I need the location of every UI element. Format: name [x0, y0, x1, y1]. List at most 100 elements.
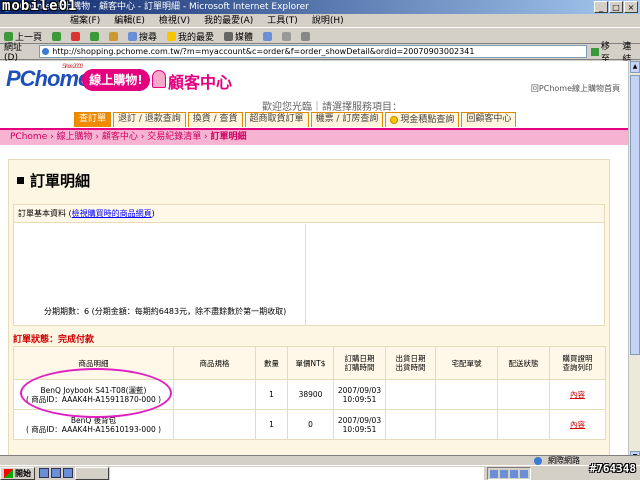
tray-network-icon[interactable]	[490, 469, 498, 478]
ship-date-cell	[385, 379, 436, 410]
start-button[interactable]: 開始	[0, 466, 35, 480]
menu-edit[interactable]: 編輯(E)	[114, 14, 145, 27]
tab-exchange-query[interactable]: 換貨 / 查貨	[187, 112, 243, 127]
view-product-page-link[interactable]: 檢視購買時的商品網頁	[72, 209, 152, 218]
close-button[interactable]: ×	[624, 1, 638, 13]
logo-since: Since 2000	[62, 64, 83, 70]
return-home-link[interactable]: 回PChome線上購物首頁	[531, 83, 620, 94]
tracking-cell	[435, 379, 498, 410]
watermark-logo: mobile01	[2, 0, 78, 14]
order-time: 10:09:51	[342, 394, 377, 404]
home-icon	[109, 31, 119, 41]
desktop-quicklaunch-icon[interactable]	[51, 468, 61, 478]
taskbar-window-button[interactable]	[75, 467, 109, 480]
ie-quicklaunch-icon[interactable]	[39, 468, 49, 478]
menu-bar: 檔案(F) 編輯(E) 檢視(V) 我的最愛(A) 工具(T) 說明(H)	[0, 14, 640, 28]
minimize-button[interactable]: _	[594, 1, 608, 13]
stop-icon	[71, 31, 81, 41]
maximize-button[interactable]: □	[609, 1, 623, 13]
menu-favorites[interactable]: 我的最愛(A)	[204, 14, 253, 27]
basic-info-close: )	[151, 209, 155, 218]
tab-order-query[interactable]: 查訂單	[74, 112, 112, 127]
vertical-scrollbar[interactable]: ▲ ▼	[628, 61, 640, 463]
table-header-row: 商品明細 商品規格 數量 單價NT$ 訂購日期 訂購時間 出貨日期 出貨時間 宅…	[13, 346, 606, 380]
media-button[interactable]: 媒體	[224, 30, 253, 43]
col-tracking: 宅配單號	[435, 346, 498, 380]
scroll-thumb[interactable]	[630, 75, 640, 355]
watermark-id: #764348	[589, 462, 636, 475]
tab-back-service[interactable]: 回顧客中心	[461, 112, 517, 127]
shopping-badge[interactable]: 線上購物!	[82, 69, 150, 91]
search-button[interactable]: 搜尋	[128, 30, 157, 43]
scroll-up-icon[interactable]: ▲	[630, 61, 640, 73]
proof-content-link[interactable]: 內容	[570, 420, 585, 429]
status-value: 完成付款	[58, 335, 95, 345]
favorites-button[interactable]: 我的最愛	[167, 30, 214, 43]
order-date: 2007/09/03	[337, 415, 382, 425]
tray-antivirus-icon[interactable]	[510, 469, 518, 478]
order-basic-info: 訂單基本資料 (檢視購買時的商品網頁) 分期期數：6 (分期金額：每期約6483…	[13, 204, 605, 326]
coin-icon	[390, 116, 399, 124]
refresh-icon	[90, 31, 100, 41]
pchome-logo[interactable]: PChome Since 2000	[6, 64, 90, 92]
mail-button[interactable]	[282, 31, 292, 41]
menu-view[interactable]: 檢視(V)	[159, 14, 190, 27]
windows-taskbar: 開始	[0, 465, 640, 480]
status-label: 訂單狀態：	[13, 335, 59, 345]
col-delivery: 配送狀態	[497, 346, 550, 380]
proof-content-link[interactable]: 內容	[570, 390, 585, 399]
home-button[interactable]	[109, 31, 119, 41]
service-title: 顧客中心	[168, 73, 233, 92]
media-label: 媒體	[235, 32, 254, 43]
print-button[interactable]	[301, 31, 311, 41]
spec-cell	[173, 379, 256, 410]
mail-icon	[282, 31, 292, 41]
page-viewport: PChome Since 2000 線上購物! 顧客中心 回PChome線上購物…	[0, 61, 628, 463]
menu-help[interactable]: 說明(H)	[312, 14, 344, 27]
quick-launch	[39, 468, 73, 478]
tray-volume-icon[interactable]	[500, 469, 508, 478]
customer-service-icon	[152, 70, 166, 88]
breadcrumb-path[interactable]: PChome › 線上購物 › 顧客中心 › 交易紀錄清單 ›	[10, 132, 211, 142]
bullet-square-icon	[17, 177, 24, 184]
proof-cell: 內容	[549, 379, 606, 410]
history-button[interactable]	[263, 31, 273, 41]
browser-toolbar: 上一頁 搜尋 我的最愛 媒體	[0, 29, 640, 44]
tab-refund-query[interactable]: 退訂 / 退款查詢	[113, 112, 186, 127]
go-arrow-icon	[591, 47, 599, 56]
order-date-cell: 2007/09/03 10:09:51	[333, 409, 386, 440]
col-price: 單價NT$	[287, 346, 334, 380]
col-qty: 數量	[255, 346, 288, 380]
tab-cash-points[interactable]: 現金積點查詢	[385, 112, 460, 127]
price-cell: 38900	[287, 379, 334, 410]
col-spec: 商品規格	[173, 346, 256, 380]
page-heading: 訂單明細	[17, 170, 90, 191]
printer-icon	[301, 31, 311, 41]
tab-store-pickup[interactable]: 超商取貨訂單	[244, 112, 309, 127]
favorites-label: 我的最愛	[178, 32, 215, 43]
basic-info-label: 訂單基本資料 (	[18, 209, 72, 218]
col-order-date: 訂購日期 訂購時間	[333, 346, 386, 380]
menu-file[interactable]: 檔案(F)	[70, 14, 100, 27]
media-icon	[224, 31, 234, 41]
product-cell: BenQ 後背包( 商品ID：AAAK4H-A15610193-000 )	[13, 409, 174, 440]
order-items-table: 商品明細 商品規格 數量 單價NT$ 訂購日期 訂購時間 出貨日期 出貨時間 宅…	[13, 346, 606, 440]
tab-ticket-hotel[interactable]: 機票 / 訂房查詢	[310, 112, 384, 127]
product-id: ( 商品ID：AAAK4H-A15610193-000 )	[25, 424, 162, 434]
order-date: 2007/09/03	[337, 385, 382, 395]
ship-date-cell	[385, 409, 436, 440]
forward-arrow-icon	[52, 31, 62, 41]
stop-button[interactable]	[71, 31, 81, 41]
tray-ime-icon[interactable]	[520, 469, 528, 478]
url-input[interactable]: http://shopping.pchome.com.tw/?m=myaccou…	[39, 45, 587, 58]
address-bar: 網址(D) http://shopping.pchome.com.tw/?m=m…	[0, 42, 640, 65]
search-icon	[128, 31, 138, 41]
product-name: BenQ Joybook S41-T08(灑藍)	[40, 385, 147, 395]
refresh-button[interactable]	[90, 31, 100, 41]
search-label: 搜尋	[139, 32, 158, 43]
forward-button[interactable]	[52, 31, 62, 41]
menu-tools[interactable]: 工具(T)	[267, 14, 298, 27]
qty-cell: 1	[255, 409, 288, 440]
table-row: BenQ Joybook S41-T08(灑藍)( 商品ID：AAAK4H-A1…	[13, 379, 606, 410]
outlook-quicklaunch-icon[interactable]	[63, 468, 73, 478]
